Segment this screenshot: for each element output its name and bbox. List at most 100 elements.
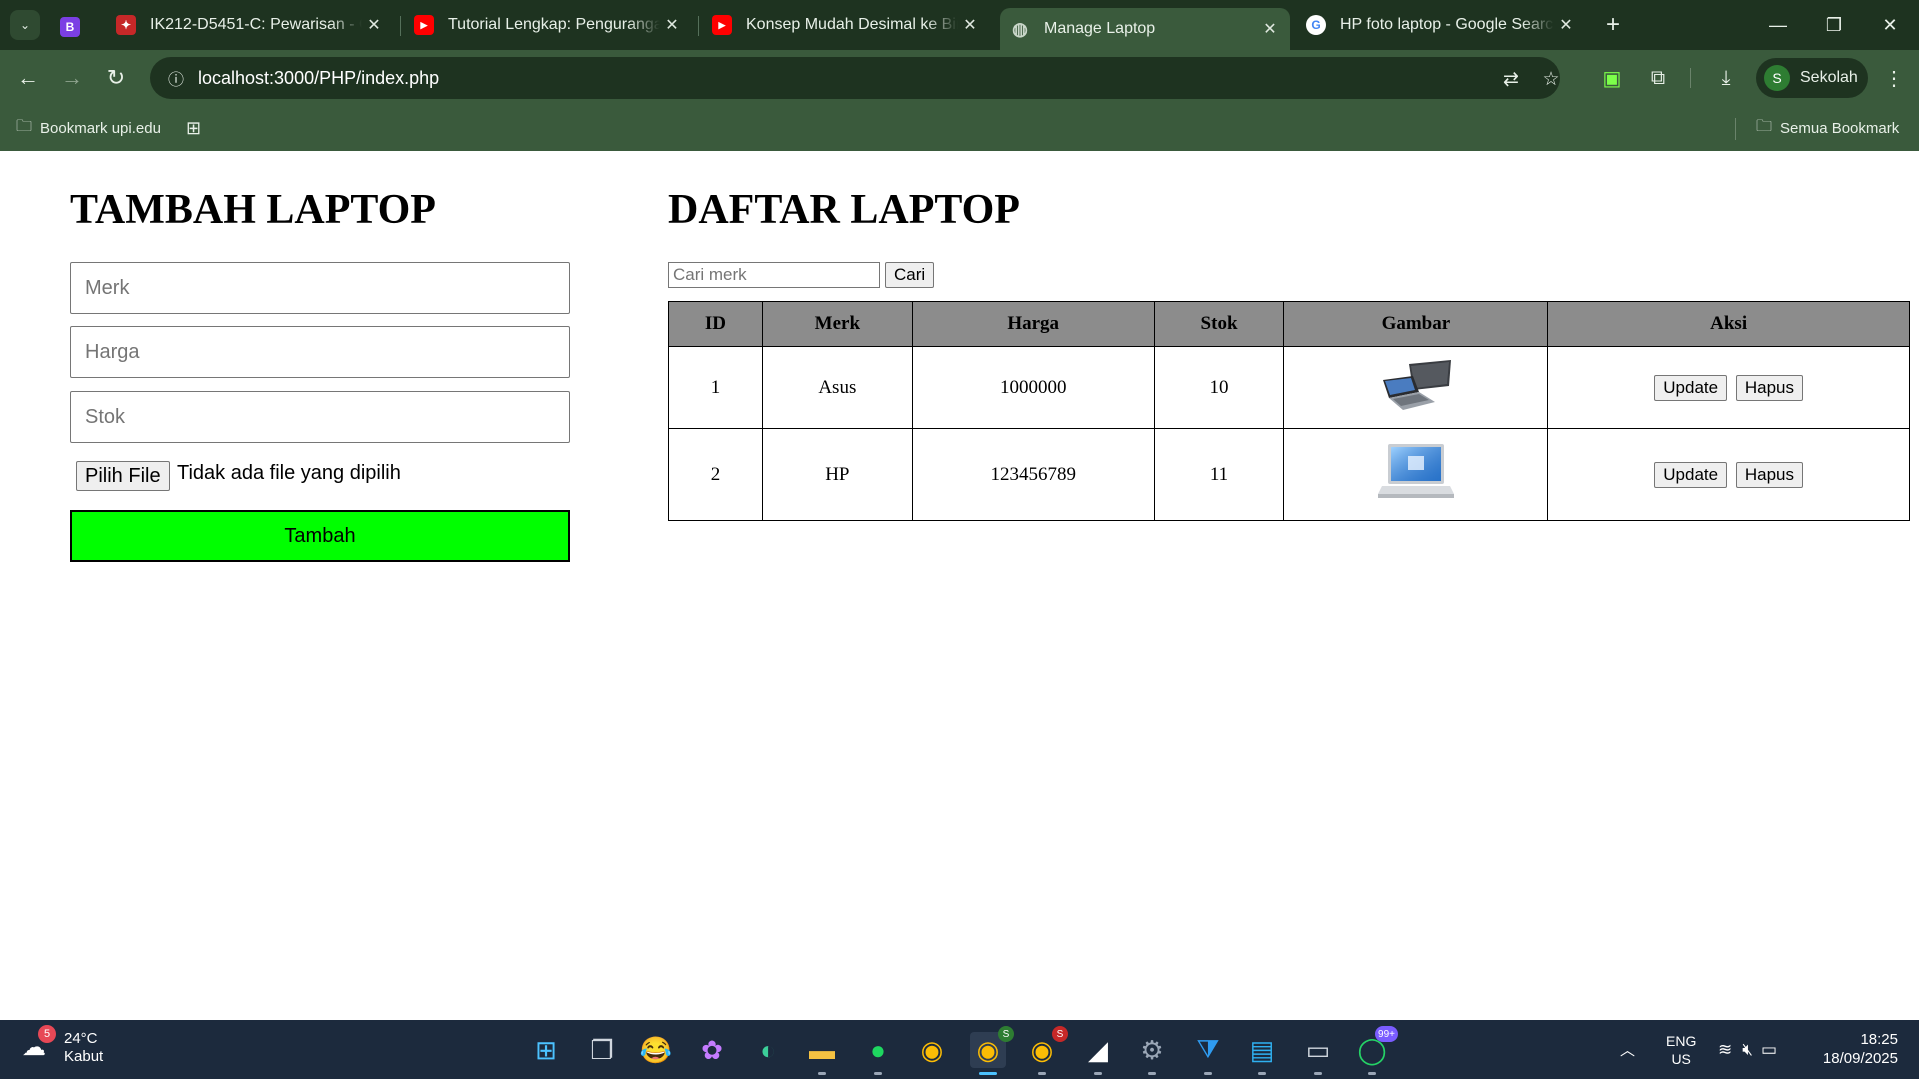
taskbar-app-emoji[interactable]: 😂 [638,1032,674,1068]
address-url[interactable]: localhost:3000/PHP/index.php [198,68,439,89]
cell-merk: HP [761,428,913,521]
taskbar-app-vscode[interactable]: ⧩ [1190,1032,1226,1075]
taskbar-app-edge[interactable]: ◐ [750,1032,786,1068]
tab-pinned-b[interactable]: B [60,10,90,44]
taskbar-app-copilot[interactable]: ✿ [694,1032,730,1068]
harga-input[interactable] [70,326,570,378]
update-button[interactable]: Update [1654,374,1728,401]
table-row: 1 Asus 1000000 10 Update Hapus [668,346,1910,429]
translate-icon[interactable]: ⇄ [1498,66,1524,92]
tab-separator [400,16,401,36]
asus-laptop-image [1382,359,1451,410]
start-button[interactable]: ⊞ [528,1032,564,1068]
clock[interactable]: 18:25 18/09/2025 [1816,1030,1898,1068]
taskbar-app-explorer[interactable]: ▬ [804,1032,840,1075]
choose-file-button[interactable]: Pilih File [76,461,170,491]
running-indicator [1258,1072,1266,1075]
extension-green-icon[interactable]: ▣ [1596,62,1628,94]
clock-time: 18:25 [1860,1031,1898,1048]
back-button[interactable]: ← [12,62,44,94]
tray-overflow-button[interactable]: ︿ [1620,1020,1635,1079]
table-header-row: ID Merk Harga Stok Gambar Aksi [668,301,1910,347]
taskbar-app-chrome[interactable]: ◉ [914,1032,950,1068]
taskbar-app-whatsapp[interactable]: ◯ 99+ [1354,1026,1398,1075]
minimize-button[interactable]: — [1750,0,1806,50]
close-icon[interactable]: ✕ [958,15,982,35]
forward-button[interactable]: → [56,62,88,94]
taskbar-app-chrome-2[interactable]: ◉ S [1024,1026,1068,1075]
running-indicator [1148,1072,1156,1075]
keyboard-region: US [1671,1050,1691,1067]
tab-search-button[interactable]: ⌄ [10,10,40,40]
close-icon[interactable]: ✕ [1554,15,1578,35]
apps-grid-button[interactable]: ⊞ [186,116,201,140]
menu-kebab-icon[interactable]: ⋮ [1878,62,1910,94]
add-laptop-title: TAMBAH LAPTOP [70,187,436,233]
taskbar-app-spotify[interactable]: ● [860,1032,896,1075]
tab-google-search[interactable]: G HP foto laptop - Google Search ✕ [1296,8,1586,42]
youtube-icon: ▶ [414,15,434,35]
new-tab-button[interactable]: + [1598,10,1628,40]
close-icon[interactable]: ✕ [1258,19,1282,39]
tab-tutorial[interactable]: ▶ Tutorial Lengkap: Pengurangan ✕ [404,8,692,42]
site-info-icon[interactable]: ⓘ [156,66,196,90]
laptop-table: ID Merk Harga Stok Gambar Aksi 1 Asus 10… [668,301,1910,521]
plus-icon: + [1605,11,1620,38]
cari-button[interactable]: Cari [885,262,935,288]
all-bookmarks[interactable]: 🗀 Semua Bookmark [1756,116,1899,140]
tab-manage-laptop[interactable]: ◍ Manage Laptop ✕ [1000,8,1290,50]
taskbar-app-capcut[interactable]: ◢ [1080,1032,1116,1075]
hapus-button[interactable]: Hapus [1735,461,1803,488]
bookmark-label: Bookmark upi.edu [40,119,161,137]
running-indicator [1094,1072,1102,1075]
download-icon[interactable]: ⤓ [1710,62,1742,94]
copilot-icon: ✿ [701,1034,723,1065]
apps-grid-icon: ⊞ [186,117,202,138]
taskbar-app-settings[interactable]: ⚙ [1134,1032,1170,1075]
taskbar-app-chrome-sekolah[interactable]: ◉ S [970,1026,1014,1075]
windows-logo-icon: ⊞ [535,1034,557,1065]
quick-settings[interactable]: ≋ 🔇︎ ▭ [1718,1020,1777,1079]
bookmark-upi[interactable]: 🗀 Bookmark upi.edu [16,116,161,140]
volume-muted-icon: 🔇︎ [1742,1039,1753,1059]
reload-button[interactable]: ↻ [100,62,132,94]
tab-title: IK212-D5451-C: Pewarisan - Co [150,16,362,33]
chrome-icon: ◉ [976,1034,1000,1065]
taskbar-app-terminal[interactable]: ▭ [1300,1032,1336,1075]
chevron-up-icon: ︿ [1620,1042,1636,1059]
arrow-right-icon: → [61,65,83,90]
bookmark-star-icon[interactable]: ☆ [1538,66,1564,92]
profile-button[interactable]: S Sekolah [1756,58,1868,98]
spotify-icon: ● [870,1034,886,1065]
hapus-button[interactable]: Hapus [1735,374,1803,401]
language-code: ENG [1666,1032,1697,1049]
restore-button[interactable]: ❐ [1806,0,1862,50]
search-merk-input[interactable] [668,262,880,288]
weather-widget[interactable]: ☁ 5 24°C Kabut [22,1025,103,1066]
cell-harga: 123456789 [911,428,1155,521]
close-window-button[interactable]: ✕ [1862,0,1918,50]
task-view-button[interactable]: ❐ [584,1032,620,1068]
merk-input[interactable] [70,262,570,314]
taskbar-app-notepad[interactable]: ▤ [1244,1032,1280,1075]
close-icon[interactable]: ✕ [362,15,386,35]
language-indicator[interactable]: ENG US [1666,1020,1696,1079]
close-icon[interactable]: ✕ [660,15,684,35]
edge-icon: ◐ [760,1034,776,1065]
column-header-aksi: Aksi [1547,301,1910,347]
arrow-left-icon: ← [17,65,39,90]
notification-badge: 99+ [1375,1026,1398,1042]
tab-course[interactable]: ✦ IK212-D5451-C: Pewarisan - Co ✕ [106,8,394,42]
address-bar[interactable]: ⓘ localhost:3000/PHP/index.php ⇄ ☆ [150,57,1560,99]
tambah-button[interactable]: Tambah [70,510,570,562]
extensions-puzzle-icon[interactable]: ⧉ [1642,62,1674,94]
update-button[interactable]: Update [1654,461,1728,488]
chrome-icon: ◉ [1030,1034,1054,1065]
tab-konsep[interactable]: ▶ Konsep Mudah Desimal ke Bine ✕ [702,8,990,42]
cell-gambar [1283,346,1549,429]
capcut-icon: ◢ [1088,1034,1108,1065]
stok-input[interactable] [70,391,570,443]
folder-icon: 🗀 [16,117,33,135]
tab-strip: ⌄ B ✦ IK212-D5451-C: Pewarisan - Co ✕ ▶ … [0,0,1919,50]
profile-badge: S [1052,1026,1068,1042]
